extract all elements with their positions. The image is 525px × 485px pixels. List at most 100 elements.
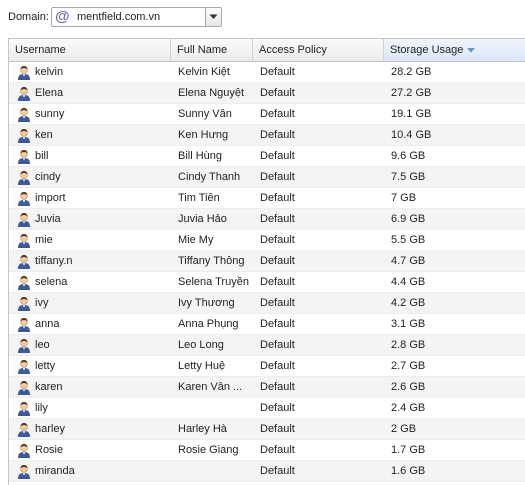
chevron-down-icon xyxy=(209,14,218,19)
cell-access-policy: Default xyxy=(260,192,295,204)
cell-storage-usage: 19.1 GB xyxy=(391,108,432,120)
table-row[interactable]: letty Letty Huệ Default 2.7 GB xyxy=(9,356,525,377)
cell-full-name xyxy=(171,461,253,481)
cell-username: bill xyxy=(35,150,49,162)
cell-storage-usage: 4.2 GB xyxy=(391,297,426,309)
cell-storage-usage: 1.6 GB xyxy=(391,465,426,477)
cell-full-name: Leo Long xyxy=(178,339,224,351)
cell-access-policy: Default xyxy=(260,234,295,246)
domain-select[interactable]: @ mentfield.com.vn xyxy=(51,7,222,27)
table-row[interactable]: Rosie Rosie Giang Default 1.7 GB xyxy=(9,440,525,461)
cell-access-policy: Default xyxy=(260,213,295,225)
column-header-full-name[interactable]: Full Name xyxy=(171,39,253,61)
cell-access-policy: Default xyxy=(260,360,295,372)
grid-header: Username Full Name Access Policy Storage… xyxy=(9,39,525,62)
cell-storage-usage: 7.5 GB xyxy=(391,171,426,183)
table-row[interactable]: sunny Sunny Vân Default 19.1 GB xyxy=(9,104,525,125)
cell-storage-usage: 27.2 GB xyxy=(391,87,432,99)
cell-access-policy: Default xyxy=(260,171,295,183)
table-row[interactable]: Elena Elena Nguyệt Default 27.2 GB xyxy=(9,83,525,104)
cell-storage-usage: 4.7 GB xyxy=(391,255,426,267)
cell-full-name: Tim Tiên xyxy=(178,192,220,204)
table-row[interactable]: karen Karen Vân ... Default 2.6 GB xyxy=(9,377,525,398)
column-header-storage-usage[interactable]: Storage Usage xyxy=(384,39,525,61)
cell-storage-usage: 9.6 GB xyxy=(391,150,426,162)
cell-full-name: Sunny Vân xyxy=(178,108,232,120)
cell-storage-usage: 2.6 GB xyxy=(391,381,426,393)
cell-access-policy: Default xyxy=(260,276,295,288)
dropdown-button[interactable] xyxy=(205,8,221,26)
cell-username: miranda xyxy=(35,465,75,477)
cell-full-name: Kelvin Kiệt xyxy=(178,66,230,78)
cell-storage-usage: 5.5 GB xyxy=(391,234,426,246)
column-header-storage-usage-label: Storage Usage xyxy=(390,44,464,56)
cell-full-name: Selena Truyền xyxy=(178,276,249,288)
cell-full-name: Harley Hà xyxy=(178,423,227,435)
table-row[interactable]: cindy Cindy Thanh Default 7.5 GB xyxy=(9,167,525,188)
cell-full-name: Juvia Hảo xyxy=(178,213,227,225)
table-row[interactable]: miranda Default 1.6 GB xyxy=(9,461,525,482)
cell-full-name: Cindy Thanh xyxy=(178,171,241,183)
table-row[interactable]: tiffany.n Tiffany Thông Default 4.7 GB xyxy=(9,251,525,272)
cell-full-name xyxy=(171,398,253,418)
domain-label: Domain: xyxy=(8,11,49,23)
cell-full-name: Letty Huệ xyxy=(178,360,226,372)
cell-storage-usage: 2.7 GB xyxy=(391,360,426,372)
cell-username: karen xyxy=(35,381,63,393)
cell-username: Juvia xyxy=(35,213,61,225)
cell-username: tiffany.n xyxy=(35,255,73,267)
cell-full-name: Ken Hưng xyxy=(178,129,229,141)
column-header-username[interactable]: Username xyxy=(9,39,171,61)
cell-full-name: Bill Hùng xyxy=(178,150,223,162)
table-row[interactable]: bill Bill Hùng Default 9.6 GB xyxy=(9,146,525,167)
cell-access-policy: Default xyxy=(260,444,295,456)
cell-access-policy: Default xyxy=(260,339,295,351)
table-row[interactable]: kelvin Kelvin Kiệt Default 28.2 GB xyxy=(9,62,525,83)
cell-access-policy: Default xyxy=(260,465,295,477)
cell-username: Elena xyxy=(35,87,64,99)
table-row[interactable]: lily Default 2.4 GB xyxy=(9,398,525,419)
cell-username: import xyxy=(35,192,66,204)
cell-access-policy: Default xyxy=(260,402,295,414)
table-row[interactable]: mie Mie My Default 5.5 GB xyxy=(9,230,525,251)
cell-full-name: Rosie Giang xyxy=(178,444,239,456)
domain-toolbar: Domain: @ mentfield.com.vn xyxy=(0,0,525,37)
cell-full-name: Tiffany Thông xyxy=(178,255,245,267)
table-row[interactable]: harley Harley Hà Default 2 GB xyxy=(9,419,525,440)
table-row[interactable]: selena Selena Truyền Default 4.4 GB xyxy=(9,272,525,293)
column-header-access-policy[interactable]: Access Policy xyxy=(253,39,384,61)
table-row[interactable]: leo Leo Long Default 2.8 GB xyxy=(9,335,525,356)
cell-username: ken xyxy=(35,129,53,141)
cell-access-policy: Default xyxy=(260,255,295,267)
cell-username: kelvin xyxy=(35,66,64,78)
table-row[interactable]: ken Ken Hưng Default 10.4 GB xyxy=(9,125,525,146)
cell-storage-usage: 28.2 GB xyxy=(391,66,432,78)
table-row[interactable]: anna Anna Phụng Default 3.1 GB xyxy=(9,314,525,335)
cell-username: sunny xyxy=(35,108,65,120)
cell-access-policy: Default xyxy=(260,87,295,99)
cell-full-name: Anna Phụng xyxy=(178,318,239,330)
cell-storage-usage: 2.4 GB xyxy=(391,402,426,414)
cell-username: harley xyxy=(35,423,65,435)
cell-full-name: Ivy Thương xyxy=(178,297,235,309)
cell-username: cindy xyxy=(35,171,61,183)
table-row[interactable]: Juvia Juvia Hảo Default 6.9 GB xyxy=(9,209,525,230)
cell-storage-usage: 7 GB xyxy=(391,192,417,204)
cell-username: Rosie xyxy=(35,444,64,456)
cell-full-name: Elena Nguyệt xyxy=(178,87,245,99)
cell-access-policy: Default xyxy=(260,150,295,162)
cell-username: lily xyxy=(35,402,48,414)
domain-value: mentfield.com.vn xyxy=(77,11,161,23)
cell-username: letty xyxy=(35,360,56,372)
cell-storage-usage: 2 GB xyxy=(391,423,417,435)
cell-full-name: Karen Vân ... xyxy=(178,381,243,393)
cell-access-policy: Default xyxy=(260,297,295,309)
cell-storage-usage: 1.7 GB xyxy=(391,444,426,456)
cell-storage-usage: 3.1 GB xyxy=(391,318,426,330)
table-row[interactable]: import Tim Tiên Default 7 GB xyxy=(9,188,525,209)
cell-access-policy: Default xyxy=(260,129,295,141)
cell-access-policy: Default xyxy=(260,108,295,120)
table-row[interactable]: ivy Ivy Thương Default 4.2 GB xyxy=(9,293,525,314)
grid-rows: kelvin Kelvin Kiệt Default 28.2 GB Elena Elen… xyxy=(9,62,525,482)
at-icon: @ xyxy=(55,8,70,25)
